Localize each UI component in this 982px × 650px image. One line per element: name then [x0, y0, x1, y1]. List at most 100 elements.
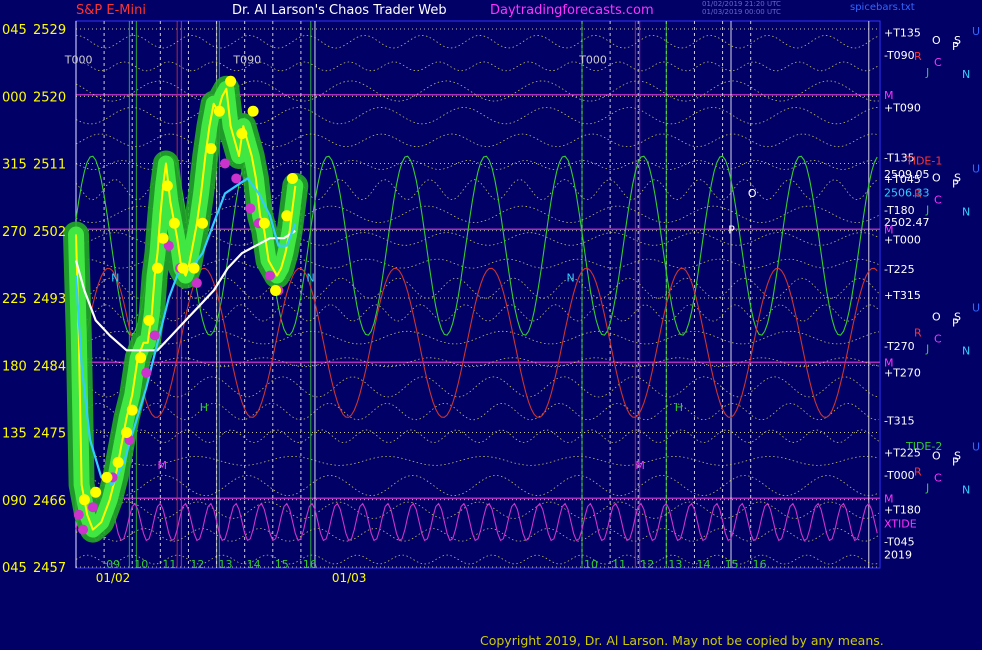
- axis-price-label: 2466: [33, 494, 66, 509]
- axis-angle-label: 000: [2, 90, 27, 105]
- flux-label: +T135: [884, 27, 921, 40]
- planet-letter: N: [962, 344, 970, 357]
- magenta-marker: [191, 278, 202, 289]
- planet-letter: C: [934, 332, 942, 345]
- planet-letter: R: [914, 187, 922, 200]
- price-marker: [121, 427, 133, 438]
- chart-annotation: T000: [578, 53, 607, 66]
- x-tick-label: 12: [190, 558, 204, 571]
- cycle-wave: [75, 429, 880, 444]
- planet-letter: J: [925, 66, 929, 79]
- magenta-marker: [78, 524, 89, 535]
- flux-label: 2506.33: [884, 187, 930, 200]
- x-tick-label: 13: [219, 558, 233, 571]
- planet-letter: O: [932, 310, 941, 323]
- planet-letter: N: [962, 483, 970, 496]
- price-marker: [112, 456, 124, 468]
- chart-annotation: M: [158, 459, 168, 472]
- planet-letter: U: [972, 25, 980, 38]
- magenta-marker: [73, 509, 84, 520]
- price-marker: [247, 105, 259, 117]
- cycle-wave: [75, 455, 879, 466]
- planet-letter: S: [954, 310, 961, 323]
- planet-letter: N: [962, 68, 970, 81]
- tide-1-curve: [75, 267, 878, 418]
- planet-letter: J: [925, 203, 929, 216]
- x-tick-label: 14: [696, 558, 710, 571]
- x-tick-label: 12: [640, 558, 654, 571]
- price-chart: 045 2529 000 2520 315 2511 270 2502 225 2493 180 24…: [2, 20, 980, 585]
- planet-letter: S: [954, 34, 961, 47]
- price-marker: [135, 352, 147, 364]
- axis-angle-label: 180: [2, 359, 27, 374]
- planet-letter: S: [954, 449, 961, 462]
- magenta-marker: [219, 158, 230, 169]
- price-marker: [161, 180, 173, 192]
- flux-label: -T090: [884, 49, 915, 62]
- price-marker: [258, 217, 270, 229]
- price-marker: [205, 143, 217, 155]
- chart-annotation: P: [728, 224, 735, 237]
- planet-letter: C: [934, 56, 942, 69]
- price-marker: [197, 217, 209, 229]
- planet-letter: S: [954, 171, 961, 184]
- price-marker: [101, 471, 113, 483]
- price-glow-band: [63, 75, 309, 543]
- planet-letter: O: [932, 34, 941, 47]
- axis-price-label: 2475: [33, 427, 66, 442]
- price-marker: [157, 232, 169, 244]
- magenta-marker: [149, 330, 160, 341]
- price-marker: [143, 314, 155, 326]
- chart-annotation: M: [635, 459, 645, 472]
- cycle-wave: [75, 376, 879, 398]
- flux-label: -T270: [884, 340, 915, 353]
- axis-angle-label: 135: [2, 427, 27, 442]
- price-marker: [152, 262, 164, 274]
- flux-label: 2019: [884, 548, 912, 561]
- axis-angle-label: 045: [2, 561, 27, 576]
- price-marker: [286, 172, 298, 184]
- flux-label: +T000: [884, 234, 921, 247]
- axis-angle-label: 315: [2, 158, 27, 173]
- flux-label: -T045: [884, 536, 915, 549]
- planet-letter: C: [934, 193, 942, 206]
- price-marker: [281, 210, 293, 222]
- magenta-marker: [264, 270, 275, 281]
- flux-label: +T270: [884, 367, 921, 380]
- axis-angle-label: 090: [2, 494, 27, 509]
- price-marker: [126, 404, 138, 416]
- x-tick-label: 15: [275, 558, 289, 571]
- flux-label: +T090: [884, 101, 921, 114]
- magenta-marker: [87, 502, 98, 513]
- planet-letter: J: [925, 481, 929, 494]
- chart-annotation: N: [307, 272, 315, 285]
- x-tick-label: 11: [162, 558, 176, 571]
- cycle-wave: [75, 402, 879, 421]
- chart-annotation: N: [567, 272, 575, 285]
- chart-annotation: N: [111, 272, 119, 285]
- planet-letter: O: [932, 171, 941, 184]
- price-marker: [236, 128, 248, 140]
- price-marker: [90, 486, 102, 498]
- axis-angle-label: 045: [2, 23, 27, 38]
- chart-annotation: H: [200, 401, 208, 414]
- planet-letter: O: [932, 449, 941, 462]
- cycle-wave: [75, 34, 880, 49]
- x-tick-label: 16: [303, 558, 317, 571]
- x-tick-label: 10: [134, 558, 148, 571]
- magenta-marker: [231, 173, 242, 184]
- axis-price-label: 2520: [33, 90, 66, 105]
- axis-price-label: 2457: [33, 561, 66, 576]
- planet-letter: U: [972, 162, 980, 175]
- x-tick-label: 15: [725, 558, 739, 571]
- planet-letter: J: [925, 342, 929, 355]
- axis-price-label: 2502: [33, 225, 66, 240]
- cycle-wave: [75, 107, 879, 125]
- axis-price-label: 2484: [33, 359, 66, 374]
- price-marker: [213, 105, 225, 117]
- x-tick-label: 14: [247, 558, 261, 571]
- axis-price-label: 2511: [33, 158, 66, 173]
- price-marker: [270, 285, 282, 297]
- axis-price-label: 2529: [33, 23, 66, 38]
- chart-annotation: O: [748, 187, 757, 200]
